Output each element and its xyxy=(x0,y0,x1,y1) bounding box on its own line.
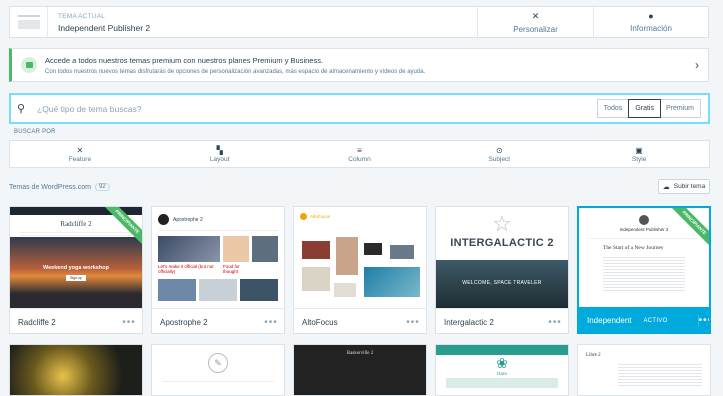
preview-title: Dara xyxy=(497,371,507,376)
filter-style-label: Style xyxy=(631,155,647,163)
preview-title: Independent Publisher 2 xyxy=(619,227,669,232)
more-options-icon[interactable]: ••• xyxy=(697,315,709,326)
filter-subject[interactable]: ⊙ Subject xyxy=(429,141,569,167)
customize-button[interactable]: ✕ Personalizar xyxy=(477,7,593,37)
preview-title: Baskerville 2 xyxy=(294,345,426,395)
filter-column[interactable]: ≡ Column xyxy=(290,141,430,167)
search-icon[interactable]: ⚲ xyxy=(17,102,37,115)
theme-search-bar: ⚲ ¿Qué tipo de tema buscas? Todos Gratis… xyxy=(9,93,710,124)
filter-subject-label: Subject xyxy=(488,155,511,163)
theme-screenshot[interactable]: AltoFocus xyxy=(294,207,426,308)
filter-feature[interactable]: ✕ Feature xyxy=(10,141,150,167)
filter-feature-label: Feature xyxy=(68,155,92,163)
theme-card-intergalactic[interactable]: ☆ INTERGALACTIC 2 WELCOME, SPACE TRAVELE… xyxy=(435,206,569,334)
section-title: Temas de WordPress.com xyxy=(9,183,91,191)
theme-card-partial[interactable] xyxy=(9,344,143,396)
theme-card-partial[interactable]: ❀ Dara xyxy=(435,344,569,396)
cloud-upload-icon: ☁ xyxy=(662,183,670,191)
tools-icon: ✕ xyxy=(76,145,84,155)
subject-icon: ⊙ xyxy=(495,145,503,155)
more-options-icon[interactable]: ••• xyxy=(400,317,426,328)
upload-theme-label: Subir tema xyxy=(673,183,706,190)
style-icon: ▣ xyxy=(635,145,643,155)
filter-layout-label: Layout xyxy=(209,155,230,163)
info-icon: ● xyxy=(648,11,654,21)
tier-free[interactable]: Gratis xyxy=(628,99,661,118)
theme-card-independent-publisher[interactable]: Independent Publisher 2 The Start of a N… xyxy=(577,206,711,334)
theme-card-partial[interactable]: ✎ xyxy=(151,344,285,396)
theme-screenshot[interactable]: Radcliffe 2 Weekend yoga workshop Sign u… xyxy=(10,207,142,308)
theme-name: Radcliffe 2 xyxy=(18,317,56,327)
theme-screenshot[interactable]: ☆ INTERGALACTIC 2 WELCOME, SPACE TRAVELE… xyxy=(436,207,568,308)
info-button[interactable]: ● Información xyxy=(593,7,708,37)
filter-layout[interactable]: ▚ Layout xyxy=(150,141,290,167)
current-theme-bar: TEMA ACTUAL Independent Publisher 2 ✕ Pe… xyxy=(9,6,709,38)
preview-post-1: Let's make it official (but not official… xyxy=(158,264,214,274)
theme-screenshot[interactable]: Apostrophe 2 Let's make it official (but… xyxy=(152,207,284,308)
preview-title: Apostrophe 2 xyxy=(173,216,203,223)
customize-label: Personalizar xyxy=(513,24,558,34)
preview-cta: Sign up xyxy=(66,275,86,281)
current-theme-thumbnail[interactable] xyxy=(10,7,48,37)
star-icon: ☆ xyxy=(492,211,512,236)
preview-tagline: WELCOME, SPACE TRAVELER xyxy=(462,280,542,286)
premium-promo-banner[interactable]: Accede a todos nuestros temas premium co… xyxy=(9,48,709,82)
preview-post-title: The Start of a New Journey xyxy=(603,245,664,251)
theme-name: AltoFocus xyxy=(302,317,338,327)
active-label: ACTIVO xyxy=(643,317,668,324)
theme-card-partial[interactable]: Baskerville 2 xyxy=(293,344,427,396)
theme-card-radcliffe[interactable]: Radcliffe 2 Weekend yoga workshop Sign u… xyxy=(9,206,143,334)
current-theme-info: TEMA ACTUAL Independent Publisher 2 xyxy=(48,7,477,37)
layout-icon: ▚ xyxy=(216,145,223,155)
theme-card-apostrophe[interactable]: Apostrophe 2 Let's make it official (but… xyxy=(151,206,285,334)
tier-premium[interactable]: Premium xyxy=(660,100,700,117)
search-input[interactable]: ¿Qué tipo de tema buscas? xyxy=(37,104,597,114)
filter-style[interactable]: ▣ Style xyxy=(569,141,709,167)
current-theme-name: Independent Publisher 2 xyxy=(58,23,151,33)
pen-icon: ✎ xyxy=(208,353,228,373)
preview-title: INTERGALACTIC 2 xyxy=(450,237,554,249)
theme-name: Independent xyxy=(587,316,632,325)
chevron-right-icon[interactable]: › xyxy=(686,58,708,72)
column-icon: ≡ xyxy=(357,145,362,155)
current-theme-label: TEMA ACTUAL xyxy=(58,13,105,20)
filter-by-label: BUSCAR POR xyxy=(14,129,56,135)
tier-all[interactable]: Todos xyxy=(598,100,630,117)
tools-icon: ✕ xyxy=(531,10,540,21)
preview-post-2: Food for thought xyxy=(223,264,240,274)
more-options-icon[interactable]: ••• xyxy=(258,317,284,328)
filter-bar: ✕ Feature ▚ Layout ≡ Column ⊙ Subject ▣ Style xyxy=(9,140,710,168)
theme-card-altofocus[interactable]: AltoFocus AltoFocus ••• xyxy=(293,206,427,334)
theme-card-partial[interactable]: Libre 2 xyxy=(577,344,711,396)
theme-count-badge: 92 xyxy=(94,183,110,191)
upload-theme-button[interactable]: ☁ Subir tema xyxy=(658,179,710,194)
preview-title: Libre 2 xyxy=(586,353,601,358)
section-heading: Temas de WordPress.com 92 xyxy=(9,183,110,191)
theme-screenshot[interactable]: Independent Publisher 2 The Start of a N… xyxy=(579,208,709,307)
info-label: Información xyxy=(630,24,672,33)
flower-icon: ❀ xyxy=(496,355,508,371)
promo-subtitle: Con todos nuestros nuevos temas disfruta… xyxy=(45,68,426,75)
more-options-icon[interactable]: ••• xyxy=(116,317,142,328)
theme-name: Intergalactic 2 xyxy=(444,317,494,327)
more-options-icon[interactable]: ••• xyxy=(542,317,568,328)
tier-filter: Todos Gratis Premium xyxy=(596,99,701,118)
theme-name: Apostrophe 2 xyxy=(160,317,208,327)
filter-column-label: Column xyxy=(348,155,371,163)
gift-icon xyxy=(21,57,37,73)
preview-hero-text: Weekend yoga workshop xyxy=(43,265,109,271)
promo-title: Accede a todos nuestros temas premium co… xyxy=(45,55,324,65)
preview-title: AltoFocus xyxy=(310,214,331,219)
